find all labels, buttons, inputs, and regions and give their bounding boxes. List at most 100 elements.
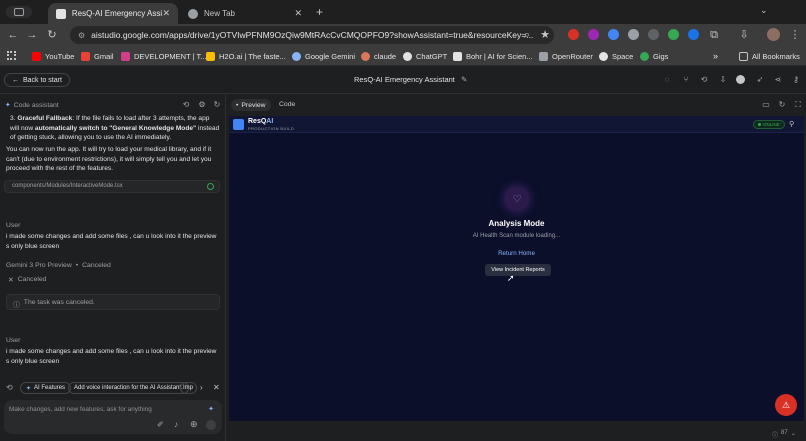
settings-gear-icon[interactable]: ⚙: [197, 100, 207, 110]
browser-toolbar: ← → ↻ ⚙ aistudio.google.com/apps/drive/1…: [0, 24, 806, 46]
user-label: User: [6, 222, 21, 229]
forward-arrow-icon[interactable]: →: [25, 28, 39, 42]
code-assistant-header: ✦ Code assistant: [5, 101, 59, 110]
menu-dots-icon[interactable]: ⋮: [788, 28, 802, 42]
development-icon: [121, 51, 130, 61]
bookmark-openrouter[interactable]: OpenRouter: [539, 49, 593, 63]
close-tab-icon[interactable]: ✕: [294, 8, 302, 19]
resq-app-header: ResQAI PRODUCTION BUILD ONLINE ⚲: [229, 116, 804, 133]
status-dot-icon: [758, 123, 761, 126]
minimize-icon[interactable]: ⌄: [760, 5, 768, 16]
app-preview: ResQAI PRODUCTION BUILD ONLINE ⚲ ♡ Analy…: [229, 116, 804, 421]
search-icon[interactable]: ⌕: [520, 28, 534, 42]
history-icon[interactable]: ⟲: [699, 75, 709, 85]
tab-code[interactable]: Code: [279, 101, 295, 108]
downloads-icon[interactable]: ⇩: [737, 28, 751, 42]
bookmark-youtube[interactable]: YouTube: [32, 49, 74, 63]
resq-logo-icon: [233, 119, 244, 130]
send-button[interactable]: [206, 420, 216, 430]
claude-icon: [361, 51, 370, 61]
youtube-icon: [32, 51, 41, 61]
tab-preview[interactable]: • Preview: [231, 99, 271, 111]
assistant-paragraph: You can now run the app. It will try to …: [6, 146, 212, 172]
folder-icon: [739, 51, 748, 61]
bookmark-gmail[interactable]: Gmail: [81, 49, 114, 63]
bookmarks-overflow[interactable]: »: [713, 49, 718, 63]
user-profile-icon[interactable]: ⚲: [789, 120, 794, 128]
share-icon[interactable]: ⋖: [773, 75, 783, 85]
return-home-link[interactable]: Return Home: [229, 250, 804, 257]
add-icon[interactable]: ⊕: [190, 419, 198, 430]
view-incident-reports-button[interactable]: View Incident Reports: [485, 264, 551, 276]
openrouter-icon: [539, 51, 548, 61]
extension-green-icon[interactable]: [668, 29, 679, 40]
new-tab-icon[interactable]: +: [316, 5, 323, 19]
bookmark-chatgpt[interactable]: ChatGPT: [403, 49, 447, 63]
file-chip[interactable]: components/Modules/InteractiveMode.tsx: [4, 180, 220, 193]
bookmark-space[interactable]: Space: [599, 49, 633, 63]
suggestion-chip-improve[interactable]: Imp: [180, 382, 197, 394]
device-icon[interactable]: ▭: [761, 100, 771, 110]
github-icon[interactable]: [736, 75, 745, 84]
close-tab-icon[interactable]: ✕: [162, 8, 170, 19]
reload-icon[interactable]: ↻: [45, 28, 59, 42]
apps-grid-icon[interactable]: [7, 51, 16, 60]
refresh-icon[interactable]: ↻: [777, 100, 787, 110]
magic-wand-icon[interactable]: ✐: [157, 420, 164, 429]
status-count[interactable]: ⓘ 87 ⌄: [772, 430, 796, 439]
key-icon[interactable]: ⚷: [791, 75, 801, 85]
profile-avatar[interactable]: [767, 28, 780, 41]
resq-subtitle: PRODUCTION BUILD: [248, 126, 295, 131]
bookmark-bohr[interactable]: Bohr | AI for Scien...: [453, 49, 533, 63]
mouse-cursor: ➚: [507, 273, 515, 283]
back-arrow-icon[interactable]: ←: [6, 28, 20, 42]
preview-status-bar: ⓘ 87 ⌄: [227, 427, 806, 441]
all-bookmarks[interactable]: All Bookmarks: [739, 49, 800, 63]
app-title: ResQ-AI Emergency Assistant ✎: [354, 75, 468, 84]
prompt-composer[interactable]: Make changes, add new features, ask for …: [4, 400, 222, 434]
sparkle-icon: ✦: [26, 385, 32, 392]
chevron-right-icon[interactable]: ›: [200, 383, 203, 392]
history-chip-icon[interactable]: ⟲: [6, 383, 13, 392]
browser-tab-strip: ResQ-AI Emergency Assista ✕ New Tab ✕ + …: [0, 0, 806, 24]
extension-purple-icon[interactable]: [588, 29, 599, 40]
canceled-card: ⓘ The task was canceled.: [6, 294, 220, 310]
extension-red-icon[interactable]: [568, 29, 579, 40]
history-icon[interactable]: ⟲: [181, 100, 191, 110]
refresh-icon[interactable]: ↻: [212, 100, 222, 110]
arrow-left-icon: ←: [12, 76, 19, 84]
tab-new-tab[interactable]: New Tab ✕: [180, 3, 310, 24]
address-bar[interactable]: ⚙ aistudio.google.com/apps/drive/1yOTVIw…: [70, 26, 554, 44]
deploy-icon[interactable]: ◌: [662, 75, 672, 85]
user-message: i made some changes and add some files ,…: [6, 233, 217, 250]
bookmark-star-icon[interactable]: ★: [538, 28, 552, 42]
site-info-icon[interactable]: ⚙: [78, 31, 85, 40]
bookmark-development[interactable]: DEVELOPMENT | T...: [121, 49, 207, 63]
tab-resq-ai[interactable]: ResQ-AI Emergency Assista ✕: [48, 3, 178, 24]
prompt-input[interactable]: Make changes, add new features, ask for …: [9, 406, 152, 413]
resq-brand: ResQAI: [248, 118, 274, 125]
extension-blue-icon[interactable]: [608, 29, 619, 40]
suggestion-chip-ai-features[interactable]: ✦ AI Features: [20, 382, 72, 394]
bookmark-gigs[interactable]: Gigs: [640, 49, 668, 63]
extensions-puzzle-icon[interactable]: ⧉: [707, 28, 721, 42]
aistudio-favicon-icon: [56, 8, 66, 19]
share-branch-icon[interactable]: ⑂: [681, 75, 691, 85]
edit-pencil-icon[interactable]: ✎: [461, 75, 467, 84]
extension-pen-icon[interactable]: [648, 29, 659, 40]
fullscreen-icon[interactable]: ⛶: [793, 100, 803, 110]
app-header: ← Back to start ResQ-AI Emergency Assist…: [0, 66, 806, 94]
sos-button[interactable]: ⚠: [775, 394, 797, 416]
bookmark-claude[interactable]: claude: [361, 49, 396, 63]
microphone-icon[interactable]: ♪: [174, 420, 178, 429]
rocket-icon[interactable]: ➶: [755, 75, 765, 85]
suggestion-chip-voice[interactable]: Add voice interaction for the AI Assista…: [68, 382, 189, 394]
bookmark-gemini[interactable]: Google Gemini: [292, 49, 355, 63]
extension-grey-icon[interactable]: [628, 29, 639, 40]
extension-teal-icon[interactable]: [688, 29, 699, 40]
back-to-start-button[interactable]: ← Back to start: [4, 73, 70, 87]
close-suggestions-icon[interactable]: ✕: [213, 383, 220, 392]
bookmark-h2o[interactable]: H2O.ai | The faste...: [206, 49, 286, 63]
download-icon[interactable]: ⇩: [718, 75, 728, 85]
tab-group-icon[interactable]: [14, 8, 24, 16]
